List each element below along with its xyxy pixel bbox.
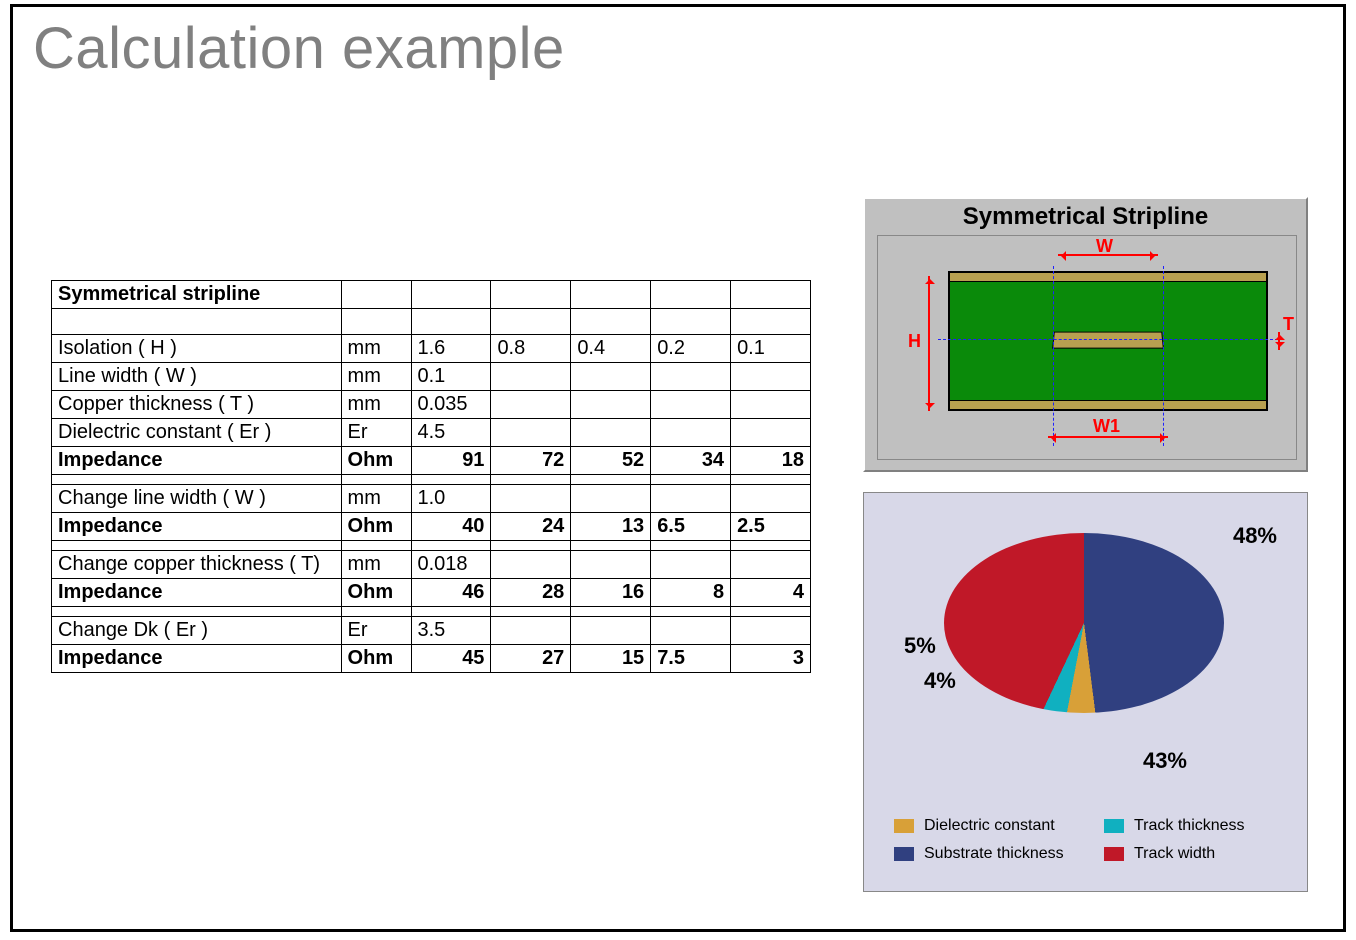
- swatch-icon: [1104, 819, 1124, 833]
- table-row: Impedance Ohm 91 72 52 34 18: [52, 447, 811, 475]
- table-row: Impedance Ohm 46 28 16 8 4: [52, 579, 811, 607]
- legend-label: Track width: [1134, 845, 1215, 863]
- pct-label-4: 4%: [924, 668, 956, 694]
- legend-item: Track width: [1104, 845, 1284, 863]
- table-row: Isolation ( H ) mm 1.6 0.8 0.4 0.2 0.1: [52, 335, 811, 363]
- dim-label-w1: W1: [1093, 416, 1120, 437]
- slide-frame: Calculation example Symmetrical striplin…: [10, 4, 1346, 932]
- legend-item: Dielectric constant: [894, 817, 1074, 835]
- legend-label: Substrate thickness: [924, 845, 1064, 863]
- calculation-table: Symmetrical stripline Isolation ( H ) mm…: [51, 280, 811, 673]
- table-row: Dielectric constant ( Er ) Er 4.5: [52, 419, 811, 447]
- pie-chart-panel: 48% 43% 5% 4% Dielectric constant Track …: [863, 492, 1308, 892]
- table-row: Copper thickness ( T ) mm 0.035: [52, 391, 811, 419]
- dim-arrow-t: [1278, 332, 1280, 350]
- table-row: Change Dk ( Er ) Er 3.5: [52, 617, 811, 645]
- legend-item: Substrate thickness: [894, 845, 1074, 863]
- pct-label-48: 48%: [1233, 523, 1277, 549]
- table-row: Change line width ( W ) mm 1.0: [52, 485, 811, 513]
- legend-label: Track thickness: [1134, 817, 1245, 835]
- pie-chart: [944, 533, 1224, 733]
- pie-legend: Dielectric constant Track thickness Subs…: [894, 817, 1284, 873]
- pct-label-5: 5%: [904, 633, 936, 659]
- table-row: Impedance Ohm 40 24 13 6.5 2.5: [52, 513, 811, 541]
- diagram-title: Symmetrical Stripline: [865, 203, 1306, 231]
- table-row: Impedance Ohm 45 27 15 7.5 3: [52, 645, 811, 673]
- swatch-icon: [1104, 847, 1124, 861]
- trace-shape: [1052, 332, 1164, 349]
- legend-label: Dielectric constant: [924, 817, 1055, 835]
- dim-label-w: W: [1096, 236, 1113, 257]
- stripline-diagram: Symmetrical Stripline H W W1 T: [863, 197, 1308, 472]
- table-row: Line width ( W ) mm 0.1: [52, 363, 811, 391]
- legend-item: Track thickness: [1104, 817, 1284, 835]
- swatch-icon: [894, 819, 914, 833]
- dim-label-t: T: [1283, 314, 1294, 335]
- page-title: Calculation example: [33, 15, 565, 82]
- dim-arrow-h: [928, 276, 930, 411]
- pct-label-43: 43%: [1143, 748, 1187, 774]
- table-header: Symmetrical stripline: [52, 281, 342, 309]
- swatch-icon: [894, 847, 914, 861]
- table-row: Change copper thickness ( T) mm 0.018: [52, 551, 811, 579]
- dim-label-h: H: [908, 331, 921, 352]
